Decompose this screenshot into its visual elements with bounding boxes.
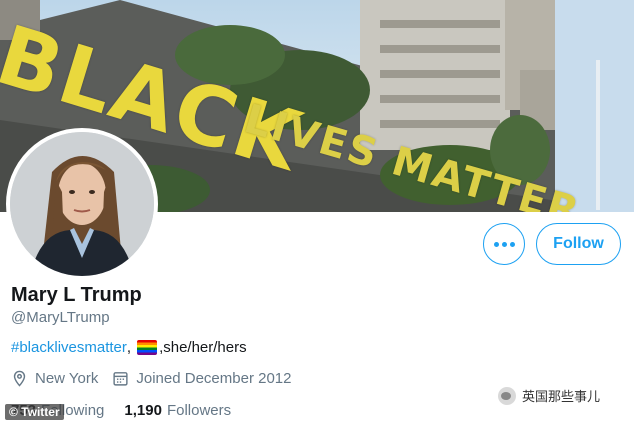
profile-name: Mary L Trump <box>11 284 142 306</box>
more-horizontal-icon <box>509 241 515 247</box>
calendar-icon <box>113 372 128 386</box>
followers-count-link[interactable]: 1,190 Followers <box>124 402 231 419</box>
rainbow-flag-icon <box>137 340 158 355</box>
hashtag-link[interactable]: #blacklivesmatter <box>11 339 127 356</box>
profile-bio: #blacklivesmatter , ,she/her/hers <box>11 339 247 356</box>
joined-text: Joined December 2012 <box>136 370 292 387</box>
avatar-photo <box>10 132 154 276</box>
more-options-button[interactable] <box>483 223 525 265</box>
twitter-watermark: © Twitter <box>5 404 64 420</box>
bio-pronouns: ,she/her/hers <box>159 339 247 356</box>
avatar[interactable] <box>6 128 158 280</box>
profile-meta: New York Joined December 2012 <box>11 370 305 387</box>
follow-button[interactable]: Follow <box>536 223 621 265</box>
wechat-logo-icon <box>498 386 516 405</box>
more-horizontal-icon <box>493 241 499 247</box>
bio-separator: , <box>126 339 132 356</box>
followers-number: 1,190 <box>124 402 162 419</box>
location-text: New York <box>35 370 99 387</box>
profile-handle: @MaryLTrump <box>11 309 110 326</box>
location-item: New York <box>11 370 98 387</box>
source-watermark: 英国那些事儿 <box>498 386 600 405</box>
more-horizontal-icon <box>501 241 507 247</box>
location-pin-icon <box>13 370 26 387</box>
followers-label: Followers <box>166 402 232 419</box>
joined-item: Joined December 2012 <box>112 370 291 387</box>
source-watermark-text: 英国那些事儿 <box>522 389 601 404</box>
